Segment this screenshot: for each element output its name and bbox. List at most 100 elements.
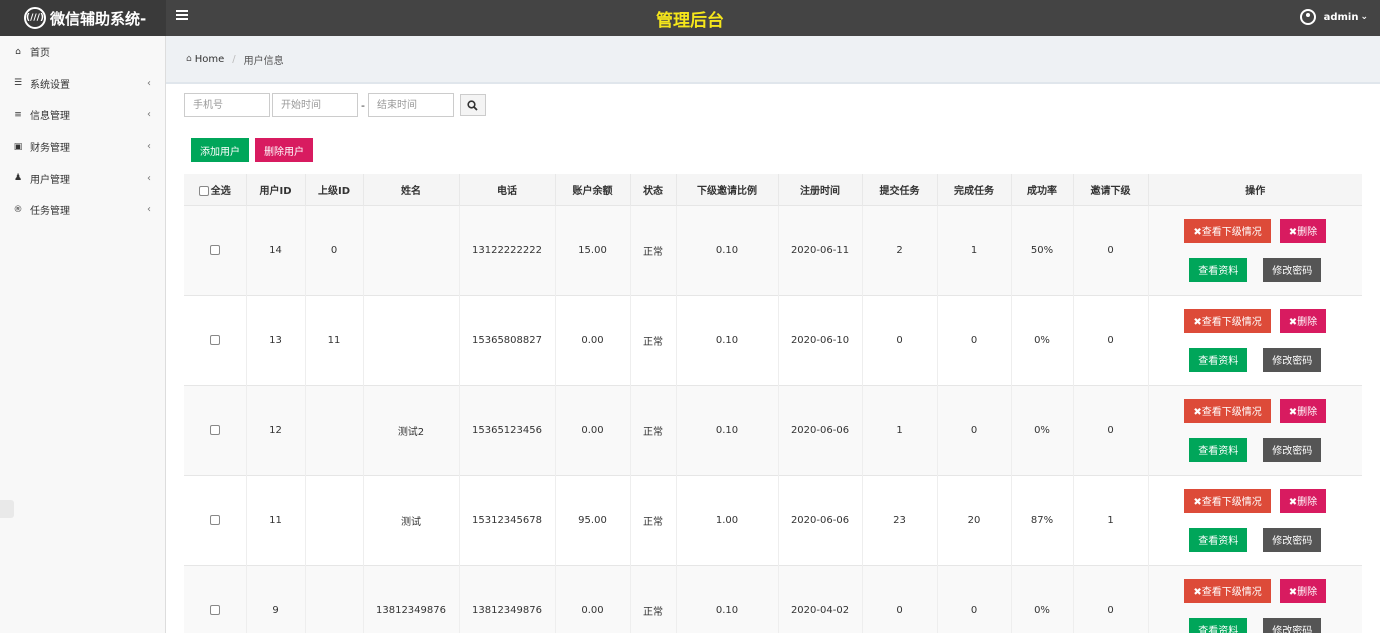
parent-id	[305, 384, 364, 475]
row-checkbox[interactable]	[209, 604, 220, 615]
column-header: 上级ID	[305, 174, 364, 205]
table-row: 12 测试2 15365123456 0.00 正常 0.10 2020-06-…	[184, 384, 1362, 475]
sidebar-item-label: 首页	[30, 48, 50, 60]
view-profile-button[interactable]: 查看资料	[1189, 617, 1248, 633]
balance: 95.00	[555, 474, 631, 565]
user-name: admin	[1323, 11, 1359, 23]
change-password-button[interactable]: 修改密码	[1263, 347, 1322, 372]
select-all-header[interactable]: 全选	[184, 174, 247, 205]
sidebar-item-task-management[interactable]: ® 任务管理 ‹	[0, 194, 165, 226]
breadcrumb-home-link[interactable]: Home	[195, 54, 225, 65]
view-subordinates-button[interactable]: ✖查看下级情况	[1184, 398, 1271, 423]
column-header: 完成任务	[937, 174, 1012, 205]
user-circle-icon	[1299, 9, 1316, 25]
sidebar-collapse-handle[interactable]	[0, 500, 14, 518]
row-checkbox[interactable]	[209, 514, 220, 525]
column-header: 状态	[630, 174, 677, 205]
breadcrumb: ⌂ Home / 用户信息	[166, 36, 1380, 84]
row-checkbox[interactable]	[209, 334, 220, 345]
user-id: 9	[246, 564, 306, 633]
registered-icon: ®	[13, 204, 23, 215]
server-icon: ☰	[13, 78, 23, 89]
invite-ratio: 0.10	[676, 564, 779, 633]
change-password-button[interactable]: 修改密码	[1263, 527, 1322, 552]
invited-count: 0	[1073, 384, 1149, 475]
row-checkbox[interactable]	[209, 244, 220, 255]
user-name: 测试	[363, 474, 460, 565]
users-icon: ♟	[13, 173, 23, 184]
success-rate: 0%	[1011, 384, 1074, 475]
sidebar-item-info-management[interactable]: ≡ 信息管理 ‹	[0, 99, 165, 131]
column-header: 姓名	[363, 174, 460, 205]
parent-id	[305, 564, 364, 633]
end-time-input[interactable]	[367, 93, 454, 117]
delete-row-button[interactable]: ✖删除	[1279, 488, 1327, 513]
delete-row-button[interactable]: ✖删除	[1279, 398, 1327, 423]
logo-area[interactable]: (///) 微信辅助系统-	[0, 0, 166, 36]
view-profile-button[interactable]: 查看资料	[1189, 437, 1248, 462]
user-menu[interactable]: admin ⌄	[1299, 9, 1368, 25]
phone-search-input[interactable]	[184, 93, 270, 117]
sidebar-item-system-settings[interactable]: ☰ 系统设置 ‹	[0, 68, 165, 100]
row-checkbox[interactable]	[209, 424, 220, 435]
select-all-checkbox[interactable]	[198, 185, 209, 196]
phone: 13122222222	[459, 204, 556, 295]
menu-toggle-icon[interactable]	[176, 10, 188, 24]
user-id: 11	[246, 474, 306, 565]
search-button[interactable]	[459, 94, 486, 116]
balance: 0.00	[555, 294, 631, 385]
balance: 15.00	[555, 204, 631, 295]
phone: 13812349876	[459, 564, 556, 633]
chevron-left-icon: ‹	[147, 204, 151, 216]
sidebar-item-label: 用户管理	[30, 174, 70, 186]
sidebar-item-user-management[interactable]: ♟ 用户管理 ‹	[0, 162, 165, 194]
sidebar-item-label: 系统设置	[30, 79, 70, 91]
invite-ratio: 0.10	[676, 384, 779, 475]
parent-id: 0	[305, 204, 364, 295]
table-row: 13 11 15365808827 0.00 正常 0.10 2020-06-1…	[184, 294, 1362, 385]
column-header: 电话	[459, 174, 556, 205]
column-header: 注册时间	[778, 174, 863, 205]
chevron-left-icon: ‹	[147, 172, 151, 184]
start-time-input[interactable]	[272, 93, 358, 117]
completed-tasks: 0	[937, 384, 1012, 475]
add-user-button[interactable]: 添加用户	[191, 138, 249, 162]
view-subordinates-button[interactable]: ✖查看下级情况	[1184, 308, 1271, 333]
user-id: 12	[246, 384, 306, 475]
view-subordinates-button[interactable]: ✖查看下级情况	[1184, 218, 1271, 243]
user-table: 全选 用户ID 上级ID 姓名 电话 账户余额 状态 下级邀请比例 注册时间 提…	[184, 174, 1362, 633]
completed-tasks: 1	[937, 204, 1012, 295]
sidebar-item-label: 财务管理	[30, 143, 70, 155]
sidebar-item-finance-management[interactable]: ▣ 财务管理 ‹	[0, 131, 165, 163]
sidebar-item-label: 信息管理	[30, 111, 70, 123]
invited-count: 0	[1073, 294, 1149, 385]
money-icon: ▣	[13, 141, 23, 152]
view-subordinates-button[interactable]: ✖查看下级情况	[1184, 578, 1271, 603]
delete-row-button[interactable]: ✖删除	[1279, 578, 1327, 603]
submitted-tasks: 2	[862, 204, 938, 295]
logo-icon: (///)	[24, 7, 46, 29]
delete-row-button[interactable]: ✖删除	[1279, 308, 1327, 333]
change-password-button[interactable]: 修改密码	[1263, 617, 1322, 633]
view-profile-button[interactable]: 查看资料	[1189, 257, 1248, 282]
date-range-dash: -	[361, 98, 365, 112]
view-profile-button[interactable]: 查看资料	[1189, 347, 1248, 372]
delete-row-button[interactable]: ✖删除	[1279, 218, 1327, 243]
column-header: 账户余额	[555, 174, 631, 205]
phone: 15365808827	[459, 294, 556, 385]
user-name	[363, 294, 460, 385]
balance: 0.00	[555, 384, 631, 475]
sidebar-item-home[interactable]: ⌂ 首页	[0, 36, 165, 68]
view-profile-button[interactable]: 查看资料	[1189, 527, 1248, 552]
user-id: 14	[246, 204, 306, 295]
home-icon: ⌂	[186, 54, 192, 64]
view-subordinates-button[interactable]: ✖查看下级情况	[1184, 488, 1271, 513]
delete-user-button[interactable]: 删除用户	[255, 138, 313, 162]
toolbar: 添加用户 删除用户	[191, 138, 313, 162]
submitted-tasks: 23	[862, 474, 938, 565]
list-icon: ≡	[14, 109, 22, 120]
change-password-button[interactable]: 修改密码	[1263, 257, 1322, 282]
user-id: 13	[246, 294, 306, 385]
change-password-button[interactable]: 修改密码	[1263, 437, 1322, 462]
submitted-tasks: 0	[862, 294, 938, 385]
